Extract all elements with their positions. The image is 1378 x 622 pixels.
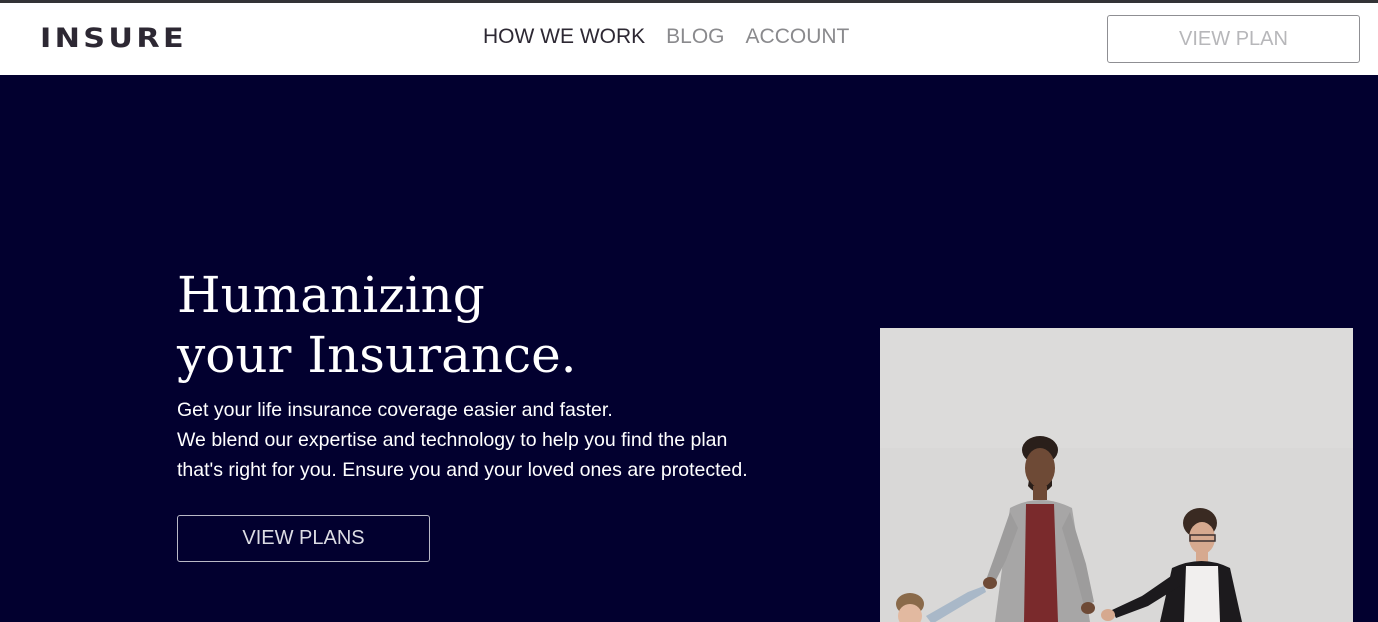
hero-description-line: We blend our expertise and technology to… xyxy=(177,429,728,451)
family-photo xyxy=(880,328,1353,622)
hero-description: Get your life insurance coverage easier … xyxy=(177,395,797,485)
view-plans-button[interactable]: VIEW PLANS xyxy=(177,515,430,562)
logo[interactable]: INSURE xyxy=(40,23,187,54)
family-photo-illustration xyxy=(880,328,1353,622)
hero-section: Humanizing your Insurance. Get your life… xyxy=(0,75,1378,622)
hero-headline-line: Humanizing xyxy=(177,266,485,324)
hero-headline: Humanizing your Insurance. xyxy=(177,265,577,385)
nav-link-blog[interactable]: BLOG xyxy=(666,25,724,49)
hero-headline-line: your Insurance. xyxy=(177,326,577,384)
nav-link-how-we-work[interactable]: HOW WE WORK xyxy=(483,25,645,49)
nav-link-account[interactable]: ACCOUNT xyxy=(746,25,850,49)
site-header: INSURE HOW WE WORK BLOG ACCOUNT VIEW PLA… xyxy=(0,3,1378,75)
hero-description-line: Get your life insurance coverage easier … xyxy=(177,399,613,421)
view-plan-button[interactable]: VIEW PLAN xyxy=(1107,15,1360,63)
main-nav: HOW WE WORK BLOG ACCOUNT xyxy=(483,25,849,49)
hero-description-line: that's right for you. Ensure you and you… xyxy=(177,459,748,481)
